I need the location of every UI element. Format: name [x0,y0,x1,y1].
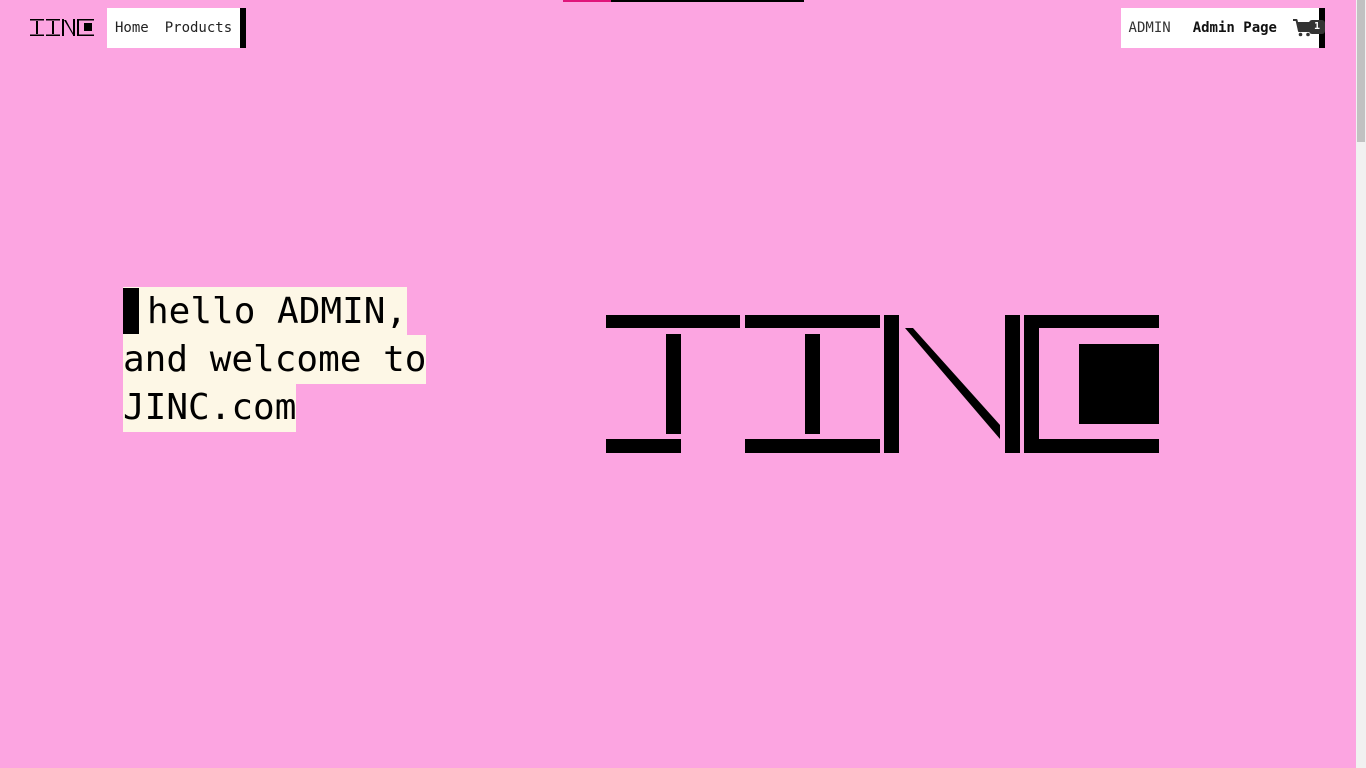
top-accent-highlight [563,0,611,2]
admin-page-link[interactable]: Admin Page [1193,20,1277,36]
nav-home-link[interactable]: Home [115,20,149,36]
top-accent-bar [563,0,804,2]
main-nav: Home Products [107,8,247,48]
user-menu: ADMIN Admin Page 1 [1120,8,1326,48]
username-label: ADMIN [1128,20,1171,36]
nav-products-link[interactable]: Products [165,20,232,36]
hero-greeting: hello ADMIN, and welcome to JINC.com [123,287,443,432]
scrollbar-thumb[interactable] [1357,0,1365,142]
cart-button[interactable]: 1 [1293,19,1326,37]
page-scrollbar[interactable] [1356,0,1366,768]
jinc-logo-large [606,315,1159,453]
cursor-block [123,288,139,334]
jinc-logo-small[interactable] [30,19,94,36]
hero-greeting-text: hello ADMIN, and welcome to JINC.com [123,291,427,428]
cart-count-badge: 1 [1309,20,1326,34]
page: Home Products ADMIN Admin Page 1 hello A… [0,0,1366,768]
